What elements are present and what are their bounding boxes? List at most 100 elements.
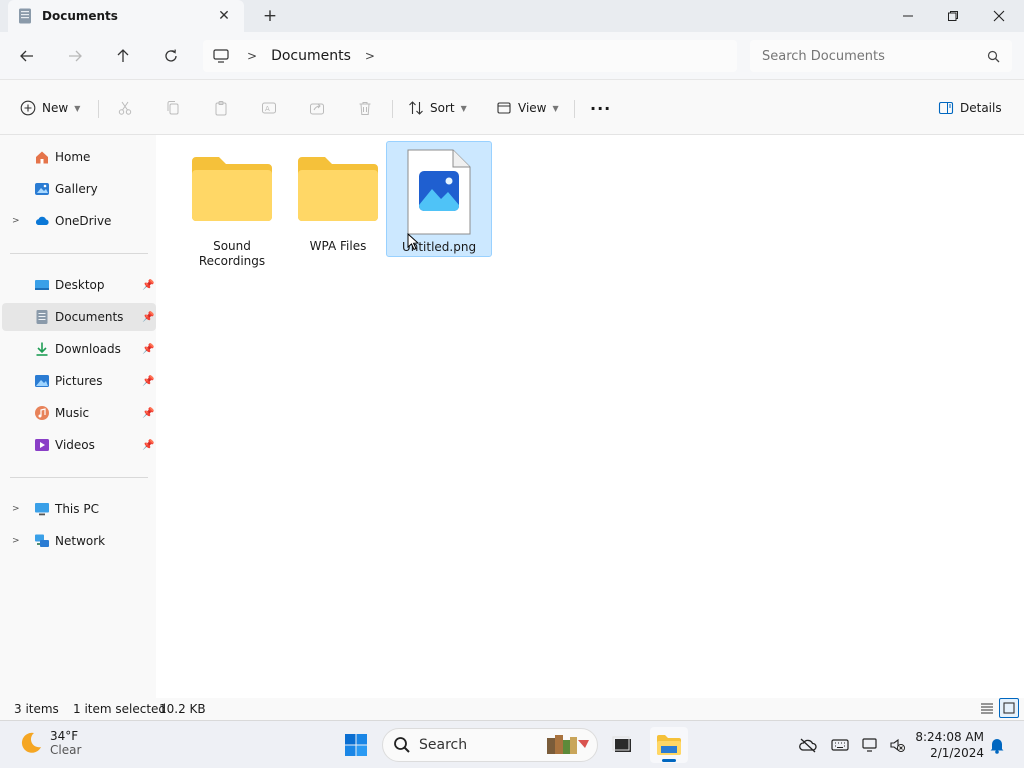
refresh-button[interactable]: [156, 42, 186, 70]
sidebar-item-network[interactable]: > Network: [2, 527, 156, 555]
more-options-button[interactable]: ···: [590, 94, 611, 122]
forward-button[interactable]: [60, 42, 90, 70]
sidebar-item-label: Downloads: [55, 342, 121, 356]
sidebar-item-videos[interactable]: Videos 📌: [2, 431, 156, 459]
start-button[interactable]: [340, 727, 372, 763]
sort-button[interactable]: Sort ▼: [408, 94, 467, 122]
share-button[interactable]: [309, 94, 325, 122]
details-label: Details: [960, 101, 1002, 115]
file-name: Sound Recordings: [198, 239, 266, 268]
file-item-wpa-files[interactable]: WPA Files: [285, 141, 391, 257]
network-tray-button[interactable]: [860, 734, 882, 756]
weather-widget[interactable]: 34°F Clear: [18, 729, 81, 757]
chevron-right-icon[interactable]: >: [12, 216, 20, 226]
rename-button[interactable]: A: [261, 94, 277, 122]
new-tab-button[interactable]: +: [258, 5, 282, 27]
videos-icon: [35, 439, 49, 451]
image-file-icon: [407, 149, 471, 235]
sidebar-item-music[interactable]: Music 📌: [2, 399, 156, 427]
sidebar-item-desktop[interactable]: Desktop 📌: [2, 271, 156, 299]
chevron-right-icon[interactable]: >: [12, 536, 20, 546]
search-box[interactable]: [750, 40, 1012, 72]
back-button[interactable]: [12, 42, 42, 70]
tab-documents[interactable]: Documents ✕: [8, 0, 244, 32]
sidebar-item-downloads[interactable]: Downloads 📌: [2, 335, 156, 363]
sidebar-item-label: Desktop: [55, 278, 105, 292]
sidebar-item-label: Documents: [55, 310, 124, 324]
active-app-indicator: [662, 759, 676, 762]
tiles-view-button[interactable]: [999, 698, 1019, 718]
tab-title: Documents: [42, 9, 118, 23]
share-icon: [310, 103, 324, 115]
maximize-button[interactable]: [930, 0, 976, 32]
sidebar-item-documents[interactable]: Documents 📌: [2, 303, 156, 331]
view-button[interactable]: View ▼: [496, 94, 559, 122]
refresh-icon: [165, 49, 177, 62]
details-button[interactable]: Details: [938, 94, 1002, 122]
navigation-bar: > Documents >: [0, 32, 1024, 80]
sidebar-item-label: Home: [55, 150, 91, 164]
plus-circle-icon: [20, 100, 36, 116]
chevron-right-icon[interactable]: >: [12, 504, 20, 514]
chevron-down-icon: ▼: [74, 103, 81, 113]
view-icon: [497, 102, 511, 114]
up-button[interactable]: [108, 42, 138, 70]
sidebar-item-onedrive[interactable]: > OneDrive: [2, 207, 156, 235]
sidebar-item-label: Videos: [55, 438, 95, 452]
command-bar: New ▼ A Sort ▼ View ▼ ··· Details: [0, 80, 1024, 135]
taskbar-search[interactable]: Search: [382, 728, 598, 762]
file-item-sound-recordings[interactable]: Sound Recordings: [179, 141, 285, 268]
keyboard-tray-button[interactable]: [829, 734, 851, 756]
sidebar-item-this-pc[interactable]: > This PC: [2, 495, 156, 523]
cut-button[interactable]: [117, 94, 133, 122]
divider: [392, 100, 393, 118]
delete-button[interactable]: [357, 94, 373, 122]
pin-icon[interactable]: 📌: [142, 408, 154, 419]
file-explorer-icon: [657, 735, 681, 755]
search-icon: [987, 50, 1000, 62]
cloud-off-icon: [799, 738, 817, 753]
file-item-untitled-png[interactable]: Untitled.png: [386, 141, 492, 257]
minimize-button[interactable]: [885, 0, 931, 32]
onedrive-tray-button[interactable]: [797, 734, 819, 756]
breadcrumb-documents[interactable]: Documents: [271, 48, 351, 64]
notifications-button[interactable]: [986, 734, 1008, 756]
address-bar[interactable]: > Documents >: [203, 40, 737, 72]
paste-button[interactable]: [213, 94, 229, 122]
pin-icon[interactable]: 📌: [142, 280, 154, 291]
file-list[interactable]: Sound Recordings WPA Files Untitled.png: [156, 135, 1024, 698]
clipboard-icon: [215, 101, 227, 116]
taskbar-app-file-explorer[interactable]: [650, 727, 688, 763]
minimize-icon: [903, 15, 913, 17]
sidebar-item-label: OneDrive: [55, 214, 112, 228]
chevron-right-icon[interactable]: >: [365, 49, 375, 63]
close-window-button[interactable]: [976, 0, 1022, 32]
system-clock[interactable]: 8:24:08 AM 2/1/2024: [914, 729, 984, 761]
sidebar-item-gallery[interactable]: Gallery: [2, 175, 156, 203]
tab-close-icon[interactable]: ✕: [214, 6, 234, 26]
pin-icon[interactable]: 📌: [142, 312, 154, 323]
volume-tray-button[interactable]: [886, 734, 908, 756]
details-pane-icon: [938, 101, 954, 115]
selection-size: 10.2 KB: [159, 702, 206, 716]
item-count: 3 items: [14, 702, 59, 716]
pin-icon[interactable]: 📌: [142, 344, 154, 355]
restore-icon: [948, 11, 958, 21]
sidebar-item-label: Network: [55, 534, 106, 548]
sidebar-item-pictures[interactable]: Pictures 📌: [2, 367, 156, 395]
copy-button[interactable]: [165, 94, 181, 122]
pin-icon[interactable]: 📌: [142, 376, 154, 387]
details-view-button[interactable]: [977, 698, 997, 718]
weather-text: 34°F Clear: [50, 729, 81, 757]
search-input[interactable]: [762, 48, 987, 64]
new-button[interactable]: New ▼: [20, 94, 80, 122]
weather-condition: Clear: [50, 743, 82, 757]
pin-icon[interactable]: 📌: [142, 440, 154, 451]
divider: [10, 253, 148, 254]
taskbar-app-terminal[interactable]: [606, 727, 638, 763]
taskbar: 34°F Clear Search 8:24:08 AM 2/1/2024: [0, 720, 1024, 768]
view-label: View: [518, 101, 547, 115]
mouse-cursor-icon: [407, 233, 419, 251]
sidebar-item-home[interactable]: Home: [2, 143, 156, 171]
rename-icon: A: [262, 102, 276, 114]
